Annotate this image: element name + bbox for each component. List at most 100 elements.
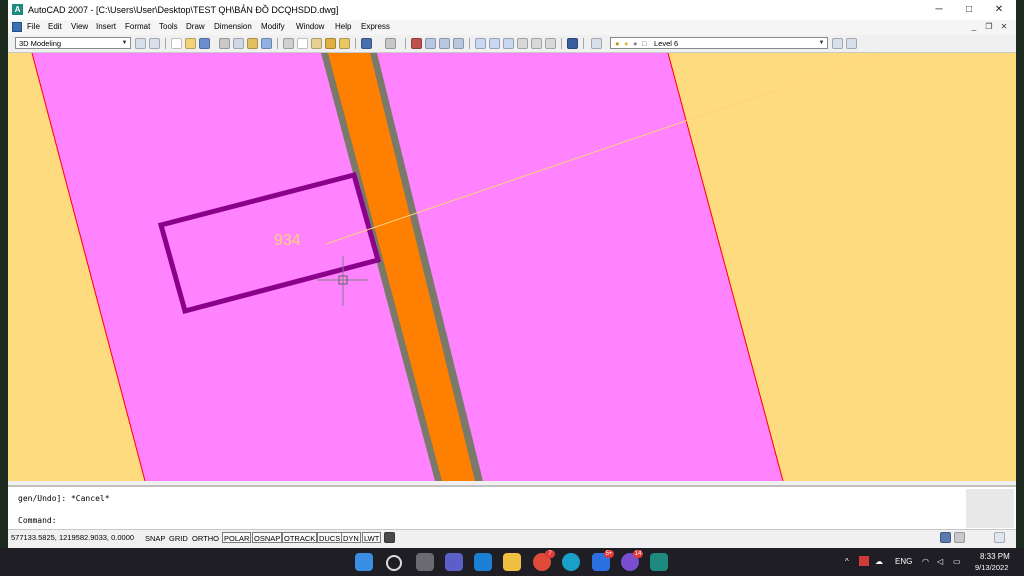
dyn-toggle[interactable]: DYN <box>341 532 361 543</box>
properties-icon[interactable] <box>475 38 486 49</box>
edge-icon[interactable] <box>562 553 580 571</box>
menu-insert[interactable]: Insert <box>96 22 116 31</box>
menu-help[interactable]: Help <box>335 22 351 31</box>
workspace-settings-icon[interactable] <box>135 38 146 49</box>
zoom-previous-icon[interactable] <box>453 38 464 49</box>
markup-icon[interactable] <box>531 38 542 49</box>
match-properties-icon[interactable] <box>325 38 336 49</box>
cloud-icon[interactable]: ☁ <box>875 557 883 566</box>
doc-restore-button[interactable]: ❐ <box>983 21 995 33</box>
toolbar-separator <box>355 38 356 49</box>
polar-toggle[interactable]: POLAR <box>222 532 252 543</box>
cut-icon[interactable] <box>283 38 294 49</box>
toolbar-separator <box>469 38 470 49</box>
communication-center-icon[interactable] <box>940 532 951 543</box>
command-scrollbar[interactable] <box>966 489 1014 528</box>
model-space-icon[interactable] <box>384 532 395 543</box>
lwt-toggle[interactable]: LWT <box>362 532 382 543</box>
chat-icon[interactable] <box>445 553 463 571</box>
workspace-value: 3D Modeling <box>19 39 62 48</box>
toolbar-separator <box>561 38 562 49</box>
battery-icon[interactable]: ▭ <box>953 557 961 566</box>
plot-preview-icon[interactable] <box>233 38 244 49</box>
layer-previous-icon[interactable] <box>846 38 857 49</box>
file-explorer-icon[interactable] <box>503 553 521 571</box>
menu-window[interactable]: Window <box>296 22 324 31</box>
start-icon[interactable] <box>355 553 373 571</box>
mail-icon[interactable] <box>474 553 492 571</box>
quickcalc-icon[interactable] <box>545 38 556 49</box>
drawing-canvas[interactable]: 934 <box>8 53 1016 481</box>
osnap-toggle[interactable]: OSNAP <box>252 532 283 543</box>
new-file-icon[interactable] <box>171 38 182 49</box>
minimize-button[interactable]: ─ <box>924 0 954 20</box>
volume-icon[interactable]: ◁ <box>937 557 943 566</box>
3d-dwf-icon[interactable] <box>261 38 272 49</box>
maximize-button[interactable]: □ <box>954 0 984 20</box>
close-button[interactable]: ✕ <box>984 0 1014 20</box>
command-window[interactable]: gen/Undo]: *Cancel* Command: <box>8 485 1016 530</box>
autocad-app-icon[interactable]: A <box>12 4 23 15</box>
layer-dropdown[interactable]: ● ● ● □ Level 6 ▼ <box>610 37 828 49</box>
command-history-line: gen/Undo]: *Cancel* <box>18 494 110 503</box>
open-folder-icon[interactable] <box>185 38 196 49</box>
snap-toggle[interactable]: SNAP <box>143 532 167 543</box>
menu-express[interactable]: Express <box>361 22 390 31</box>
clock-time[interactable]: 8:33 PM <box>980 552 1010 561</box>
make-layer-current-icon[interactable] <box>832 38 843 49</box>
lock-icon: ● <box>633 39 638 48</box>
menu-file[interactable]: File <box>27 22 40 31</box>
search-icon[interactable] <box>386 555 402 571</box>
undo-icon[interactable] <box>361 38 372 49</box>
color-swatch-icon: □ <box>642 39 647 48</box>
menu-view[interactable]: View <box>71 22 88 31</box>
pan-icon[interactable] <box>411 38 422 49</box>
publish-icon[interactable] <box>247 38 258 49</box>
ducs-toggle[interactable]: DUCS <box>317 532 343 543</box>
workspace-dropdown[interactable]: 3D Modeling ▼ <box>15 37 131 49</box>
ortho-toggle[interactable]: ORTHO <box>190 532 221 543</box>
task-view-icon[interactable] <box>416 553 434 571</box>
menu-tools[interactable]: Tools <box>159 22 178 31</box>
grid-toggle[interactable]: GRID <box>167 532 190 543</box>
command-prompt[interactable]: Command: <box>18 516 57 525</box>
save-workspace-icon[interactable] <box>149 38 160 49</box>
menu-edit[interactable]: Edit <box>48 22 62 31</box>
coordinate-readout[interactable]: 577133.5825, 1219582.9033, 0.0000 <box>11 533 134 542</box>
menu-format[interactable]: Format <box>125 22 150 31</box>
sheet-set-icon[interactable] <box>517 38 528 49</box>
paste-icon[interactable] <box>311 38 322 49</box>
title-bar[interactable]: A AutoCAD 2007 - [C:\Users\User\Desktop\… <box>8 0 1016 20</box>
layer-manager-icon[interactable] <box>591 38 602 49</box>
document-icon[interactable] <box>12 22 22 32</box>
block-editor-icon[interactable] <box>339 38 350 49</box>
language-indicator[interactable]: ENG <box>895 557 912 566</box>
otrack-toggle[interactable]: OTRACK <box>282 532 318 543</box>
clock-date[interactable]: 9/13/2022 <box>975 563 1008 572</box>
copy-icon[interactable] <box>297 38 308 49</box>
viber-icon[interactable]: 14 <box>621 550 643 571</box>
wifi-icon[interactable]: ◠ <box>922 557 929 566</box>
doc-minimize-button[interactable]: _ <box>968 21 980 33</box>
save-icon[interactable] <box>199 38 210 49</box>
plot-icon[interactable] <box>219 38 230 49</box>
zoom-window-icon[interactable] <box>439 38 450 49</box>
show-hidden-icons-icon[interactable]: ^ <box>845 557 849 566</box>
menu-dimension[interactable]: Dimension <box>214 22 252 31</box>
vietkey-icon[interactable] <box>859 556 869 566</box>
doc-close-button[interactable]: ✕ <box>998 21 1010 33</box>
tool-palettes-icon[interactable] <box>503 38 514 49</box>
toolbar-lock-icon[interactable] <box>954 532 965 543</box>
menu-modify[interactable]: Modify <box>261 22 285 31</box>
autocad-taskbar-icon[interactable] <box>650 553 668 571</box>
help-icon[interactable] <box>567 38 578 49</box>
standard-toolbar: 3D Modeling ▼ ● ● ● □ Level 6 ▼ <box>8 35 1016 53</box>
zoom-realtime-icon[interactable] <box>425 38 436 49</box>
redo-icon[interactable] <box>385 38 396 49</box>
menu-draw[interactable]: Draw <box>186 22 205 31</box>
layer-value: Level 6 <box>654 39 679 48</box>
chrome-icon[interactable]: 7 <box>533 550 555 571</box>
design-center-icon[interactable] <box>489 38 500 49</box>
zalo-icon[interactable]: 5+ <box>592 550 614 571</box>
clean-screen-icon[interactable] <box>994 532 1005 543</box>
